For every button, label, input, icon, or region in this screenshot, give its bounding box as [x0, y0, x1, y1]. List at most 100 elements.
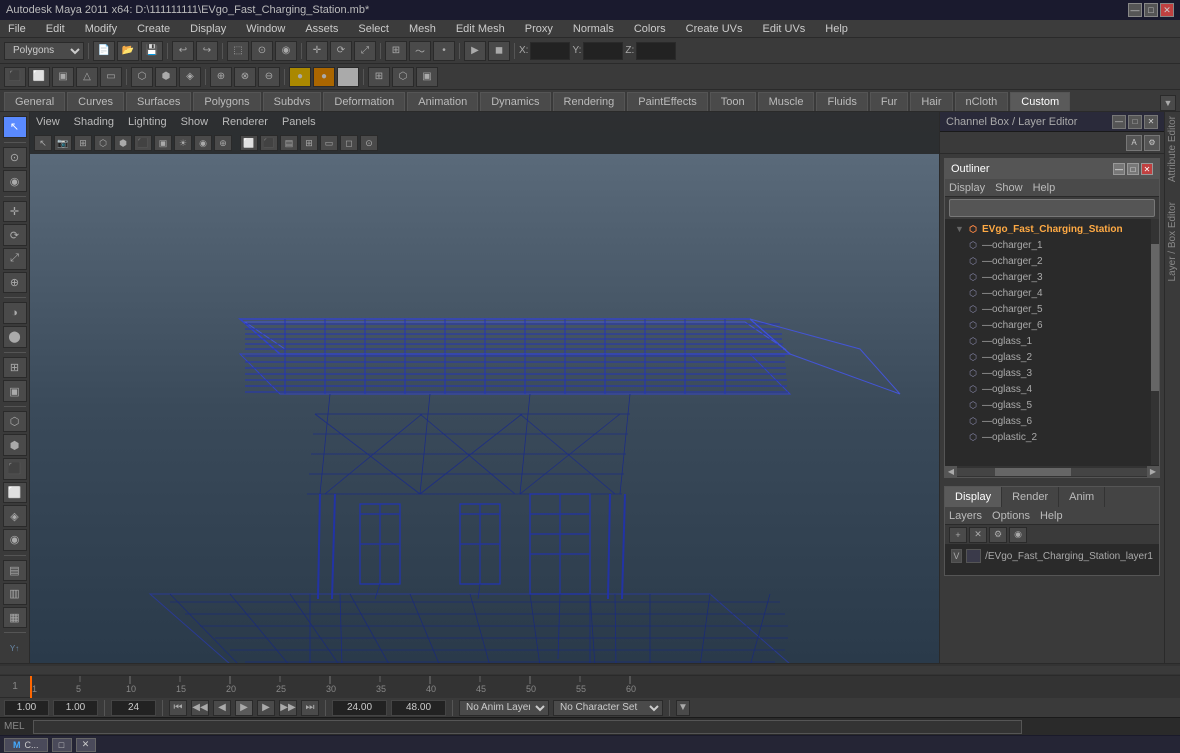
- yellow-sphere[interactable]: ●: [289, 67, 311, 87]
- step-back-btn[interactable]: ◀◀: [191, 700, 209, 716]
- menu-edit-mesh[interactable]: Edit Mesh: [452, 23, 509, 35]
- play-btn[interactable]: ▶: [235, 700, 253, 716]
- save-scene-btn[interactable]: 💾: [141, 41, 163, 61]
- scale-btn[interactable]: ⤢: [354, 41, 376, 61]
- delete-layer-btn[interactable]: ✕: [969, 527, 987, 543]
- vp-display3[interactable]: ▤: [280, 135, 298, 151]
- layer-settings-btn[interactable]: ⚙: [989, 527, 1007, 543]
- tab-surfaces[interactable]: Surfaces: [126, 92, 191, 111]
- tab-animation[interactable]: Animation: [407, 92, 478, 111]
- step-fwd-btn[interactable]: ▶▶: [279, 700, 297, 716]
- sculpt-tool[interactable]: ⬤: [3, 326, 27, 348]
- channel-box-close[interactable]: ✕: [1144, 115, 1158, 129]
- attr-editor-icon[interactable]: A: [1126, 135, 1142, 151]
- outliner-menu-show[interactable]: Show: [995, 182, 1023, 194]
- menu-edit-uvs[interactable]: Edit UVs: [759, 23, 810, 35]
- paint-skin-tool[interactable]: ◈: [3, 505, 27, 527]
- split-poly-tool[interactable]: ⬢: [3, 434, 27, 456]
- tree-item-charger3[interactable]: ⬡ —o charger_3: [947, 269, 1149, 285]
- tab-curves[interactable]: Curves: [67, 92, 124, 111]
- tab-subdvs[interactable]: Subdvs: [263, 92, 322, 111]
- minimize-button[interactable]: —: [1128, 3, 1142, 17]
- separate-btn[interactable]: ⊗: [234, 67, 256, 87]
- menu-mesh[interactable]: Mesh: [405, 23, 440, 35]
- rotate-tool[interactable]: ⟳: [3, 224, 27, 246]
- paint-btn[interactable]: ◉: [275, 41, 297, 61]
- layer-menu-options[interactable]: Options: [992, 510, 1030, 522]
- tree-item-plastic2[interactable]: ⬡ —o plastic_2: [947, 429, 1149, 445]
- append-poly-tool[interactable]: ⬜: [3, 482, 27, 504]
- outliner-minimize[interactable]: —: [1113, 163, 1125, 175]
- vscroll-thumb[interactable]: [1151, 244, 1159, 392]
- new-layer-btn[interactable]: +: [949, 527, 967, 543]
- vp-heads-up[interactable]: ⊙: [360, 135, 378, 151]
- vp-camera-btn[interactable]: 📷: [54, 135, 72, 151]
- universal-tool[interactable]: ⊕: [3, 272, 27, 294]
- outliner-horizontal-scrollbar[interactable]: ◀ ▶: [945, 465, 1159, 477]
- poly-sphere-btn[interactable]: ⬛: [4, 67, 26, 87]
- mode-dropdown[interactable]: Polygons Animation Rendering Dynamics nD…: [4, 42, 84, 60]
- tab-fur[interactable]: Fur: [870, 92, 909, 111]
- layer-item-1[interactable]: V /EVgo_Fast_Charging_Station_layer1: [947, 547, 1157, 565]
- vp-select-mask-btn[interactable]: ↖: [34, 135, 52, 151]
- z-input[interactable]: [636, 42, 676, 60]
- grid-btn[interactable]: ⊞: [368, 67, 390, 87]
- layer-menu-layers[interactable]: Layers: [949, 510, 982, 522]
- poly-create-tool[interactable]: ⬡: [3, 411, 27, 433]
- scroll-left-btn[interactable]: ◀: [945, 466, 957, 478]
- menu-proxy[interactable]: Proxy: [521, 23, 557, 35]
- poly-plane-btn[interactable]: ▭: [100, 67, 122, 87]
- menu-normals[interactable]: Normals: [569, 23, 618, 35]
- start-frame-field[interactable]: [53, 700, 98, 716]
- tab-custom[interactable]: Custom: [1010, 92, 1070, 111]
- y-input[interactable]: [583, 42, 623, 60]
- extrude-btn[interactable]: ⬡: [131, 67, 153, 87]
- anim-layers-btn[interactable]: ▦: [3, 607, 27, 629]
- undo-btn[interactable]: ↩: [172, 41, 194, 61]
- playback-start-field[interactable]: [111, 700, 156, 716]
- select-tool[interactable]: ↖: [3, 116, 27, 138]
- rotate-btn[interactable]: ⟳: [330, 41, 352, 61]
- anim-options-btn[interactable]: ▼: [676, 700, 690, 716]
- vp-menu-lighting[interactable]: Lighting: [128, 116, 167, 128]
- tab-dynamics[interactable]: Dynamics: [480, 92, 550, 111]
- tree-item-glass3[interactable]: ⬡ —o glass_3: [947, 365, 1149, 381]
- next-frame-btn[interactable]: ▶: [257, 700, 275, 716]
- vp-resolution-gate[interactable]: ⊞: [300, 135, 318, 151]
- anim-layer-dropdown[interactable]: No Anim Layer: [459, 700, 549, 716]
- booleans-btn[interactable]: ⊖: [258, 67, 280, 87]
- vp-menu-show[interactable]: Show: [181, 116, 209, 128]
- go-to-start-btn[interactable]: ⏮: [169, 700, 187, 716]
- tab-deformation[interactable]: Deformation: [323, 92, 405, 111]
- poly-cyl-btn[interactable]: ▣: [52, 67, 74, 87]
- attr-editor-label[interactable]: Attribute Editor: [1167, 116, 1178, 182]
- channel-box-float[interactable]: □: [1128, 115, 1142, 129]
- vp-display2[interactable]: ⬛: [260, 135, 278, 151]
- tab-options-btn[interactable]: ▼: [1160, 95, 1176, 111]
- combine-btn[interactable]: ⊕: [210, 67, 232, 87]
- vp-display1[interactable]: ⬜: [240, 135, 258, 151]
- menu-edit[interactable]: Edit: [42, 23, 69, 35]
- show-manip-tool[interactable]: ⊞: [3, 357, 27, 379]
- range-start-field[interactable]: [332, 700, 387, 716]
- move-tool[interactable]: ✛: [3, 201, 27, 223]
- channel-box-minimize[interactable]: —: [1112, 115, 1126, 129]
- vp-menu-renderer[interactable]: Renderer: [222, 116, 268, 128]
- tab-general[interactable]: General: [4, 92, 65, 111]
- snap-point-btn[interactable]: •: [433, 41, 455, 61]
- vp-smooth-btn[interactable]: ◉: [194, 135, 212, 151]
- lasso-btn[interactable]: ⊙: [251, 41, 273, 61]
- scroll-right-btn[interactable]: ▶: [1147, 466, 1159, 478]
- layer-tab-render[interactable]: Render: [1002, 487, 1059, 507]
- camera-btn[interactable]: ▣: [416, 67, 438, 87]
- viewport-3d[interactable]: View Shading Lighting Show Renderer Pane…: [30, 112, 939, 663]
- vp-grid-btn[interactable]: ⊞: [74, 135, 92, 151]
- layer-editor-label[interactable]: Layer / Box Editor: [1167, 202, 1178, 281]
- snap-grid-btn[interactable]: ⊞: [385, 41, 407, 61]
- tab-muscle[interactable]: Muscle: [758, 92, 815, 111]
- scrollbar-track[interactable]: [957, 468, 1147, 476]
- menu-colors[interactable]: Colors: [630, 23, 670, 35]
- poly-cone-btn[interactable]: △: [76, 67, 98, 87]
- tab-polygons[interactable]: Polygons: [193, 92, 260, 111]
- display-layers-btn[interactable]: ▤: [3, 560, 27, 582]
